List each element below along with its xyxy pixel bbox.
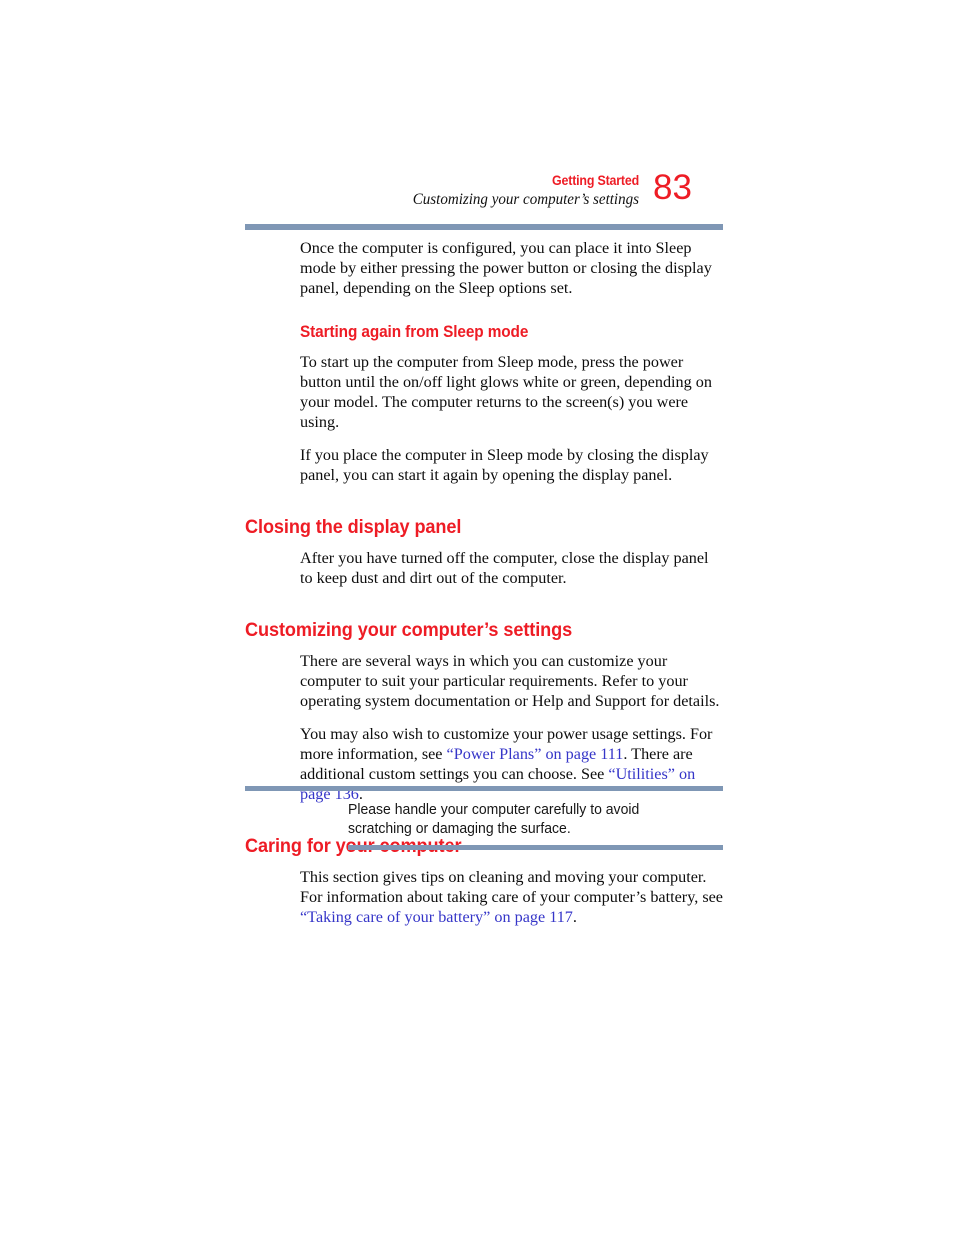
paragraph-power-usage: You may also wish to customize your powe… <box>245 724 725 804</box>
heading-starting-again-label: Starting again from Sleep mode <box>300 323 529 341</box>
heading-closing-the-display-panel: Closing the display panel <box>245 516 462 538</box>
page-number: 83 <box>653 168 692 207</box>
paragraph-several-ways: There are several ways in which you can … <box>300 652 720 710</box>
heading-customizing-your-computers-settings: Customizing your computer’s settings <box>245 619 573 641</box>
header-section-title: Customizing your computer’s settings <box>412 191 639 208</box>
callout-text: Please handle your computer carefully to… <box>348 802 640 837</box>
header-divider-rule <box>245 224 723 230</box>
callout-bottom-rule <box>348 845 723 850</box>
header-chapter-title: Getting Started <box>552 173 639 188</box>
paragraph-caring-text-1: This section gives tips on cleaning and … <box>300 868 723 906</box>
xref-taking-care-of-your-battery-page-117[interactable]: “Taking care of your battery” on page 11… <box>300 908 573 926</box>
paragraph-caring: This section gives tips on cleaning and … <box>245 867 725 927</box>
page-header: Getting Started Customizing your compute… <box>245 168 723 210</box>
heading-starting-again-from-sleep-mode: Starting again from Sleep mode <box>245 322 725 342</box>
callout-top-rule <box>245 786 723 791</box>
paragraph-after-turned-off: After you have turned off the computer, … <box>300 549 709 587</box>
paragraph-place-computer-sleep: If you place the computer in Sleep mode … <box>300 446 709 484</box>
document-page: Getting Started Customizing your compute… <box>0 0 954 1235</box>
header-text-block: Getting Started Customizing your compute… <box>245 172 639 210</box>
callout-body: Please handle your computer carefully to… <box>348 801 688 839</box>
xref-power-plans-page-111[interactable]: “Power Plans” on page 111 <box>447 745 624 763</box>
paragraph-caring-text-2: . <box>572 908 577 926</box>
paragraph-start-up: To start up the computer from Sleep mode… <box>300 353 712 431</box>
paragraph-sleep-mode: Once the computer is configured, you can… <box>300 239 712 297</box>
